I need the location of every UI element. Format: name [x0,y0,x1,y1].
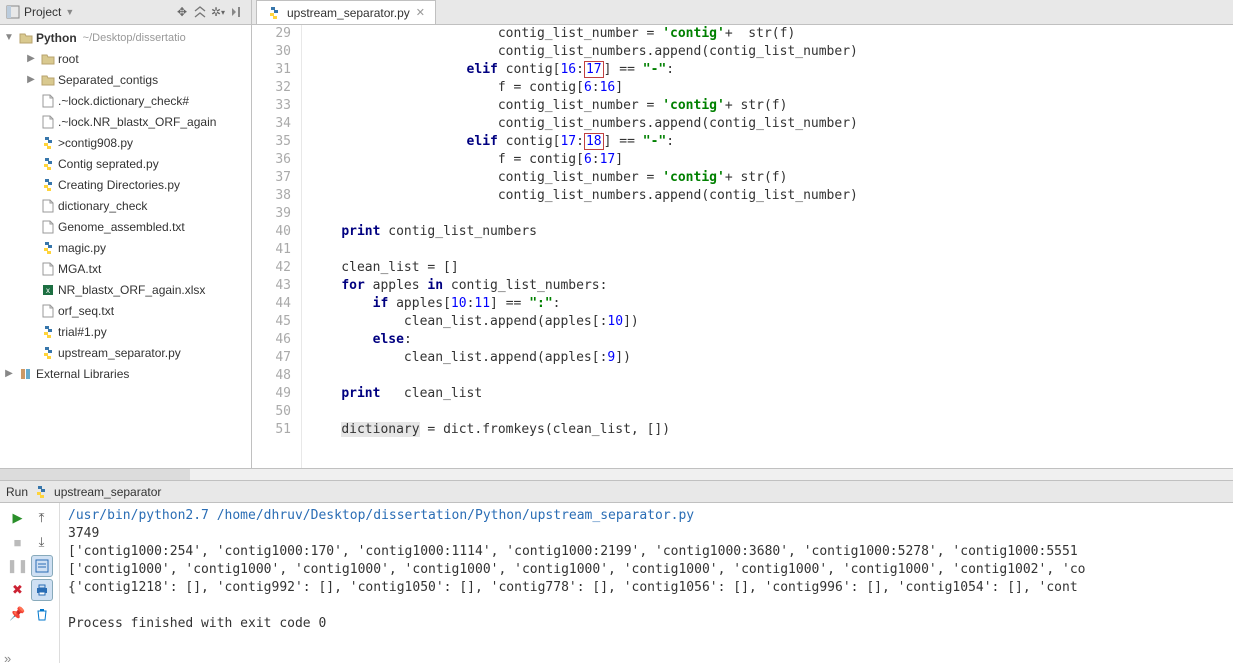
project-tree[interactable]: ▼Python~/Desktop/dissertatio▶root▶Separa… [0,25,251,468]
tree-item[interactable]: .~lock.NR_blastx_ORF_again [0,111,251,132]
python-file-icon [267,6,281,20]
tab-label: upstream_separator.py [287,6,410,20]
tree-item[interactable]: orf_seq.txt [0,300,251,321]
pause-icon[interactable]: ❚❚ [7,555,29,577]
tree-item[interactable]: dictionary_check [0,195,251,216]
close-tab-icon[interactable]: ✕ [416,6,425,19]
close-run-icon[interactable]: ✖ [7,579,29,601]
editor-tabs: upstream_separator.py ✕ [252,0,1233,25]
scroll-from-source-icon[interactable]: ✥ [173,3,191,21]
clear-all-icon[interactable] [31,603,53,625]
panel-divider[interactable] [0,468,1233,480]
python-file-icon [34,485,48,499]
hide-panel-icon[interactable] [227,3,245,21]
tree-item[interactable]: .~lock.dictionary_check# [0,90,251,111]
tree-item[interactable]: Contig seprated.py [0,153,251,174]
tree-item[interactable]: MGA.txt [0,258,251,279]
toggle-soft-wrap-icon[interactable] [31,555,53,577]
run-config-name[interactable]: upstream_separator [54,485,161,499]
tab-upstream-separator[interactable]: upstream_separator.py ✕ [256,0,436,24]
expand-icon[interactable]: » [0,651,20,663]
settings-gear-icon[interactable]: ✲▾ [209,3,227,21]
collapse-all-icon[interactable] [191,3,209,21]
tree-item[interactable]: magic.py [0,237,251,258]
rerun-icon[interactable]: ▶ [7,507,29,529]
tree-item[interactable]: trial#1.py [0,321,251,342]
project-header-label[interactable]: Project [24,5,61,19]
tree-item[interactable]: Genome_assembled.txt [0,216,251,237]
project-tool-window: Project ▼ ✥ ✲▾ ▼Python~/Desktop/disserta… [0,0,252,468]
tree-root[interactable]: ▼Python~/Desktop/dissertatio [0,27,251,48]
console-output[interactable]: /usr/bin/python2.7 /home/dhruv/Desktop/d… [60,503,1233,663]
tree-item[interactable]: ▶Separated_contigs [0,69,251,90]
run-tool-window: Run upstream_separator ▶ ⤒ ■ ⤓ ❚❚ ✖ [0,480,1233,663]
tree-external-libraries[interactable]: ▶External Libraries [0,363,251,384]
run-toolbar: ▶ ⤒ ■ ⤓ ❚❚ ✖ 📌 [0,503,60,663]
editor-panel: upstream_separator.py ✕ 2930313233343536… [252,0,1233,468]
print-icon[interactable] [31,579,53,601]
pin-icon[interactable]: 📌 [7,603,29,625]
svg-text:x: x [46,286,50,295]
run-header-label: Run [6,485,28,499]
scroll-down-icon[interactable]: ⤓ [31,531,53,553]
tree-item[interactable]: upstream_separator.py [0,342,251,363]
dropdown-icon[interactable]: ▼ [65,7,74,17]
run-header: Run upstream_separator [0,481,1233,503]
code-editor[interactable]: 2930313233343536373839404142434445464748… [252,25,1233,468]
tree-item[interactable]: >contig908.py [0,132,251,153]
code-content[interactable]: contig_list_number = 'contig'+ str(f) co… [302,25,1233,468]
project-view-icon [6,5,20,19]
line-number-gutter: 2930313233343536373839404142434445464748… [252,25,302,468]
scroll-up-icon[interactable]: ⤒ [31,507,53,529]
tree-item[interactable]: ▶root [0,48,251,69]
tree-item[interactable]: xNR_blastx_ORF_again.xlsx [0,279,251,300]
stop-icon[interactable]: ■ [7,531,29,553]
tree-item[interactable]: Creating Directories.py [0,174,251,195]
project-header: Project ▼ ✥ ✲▾ [0,0,251,25]
